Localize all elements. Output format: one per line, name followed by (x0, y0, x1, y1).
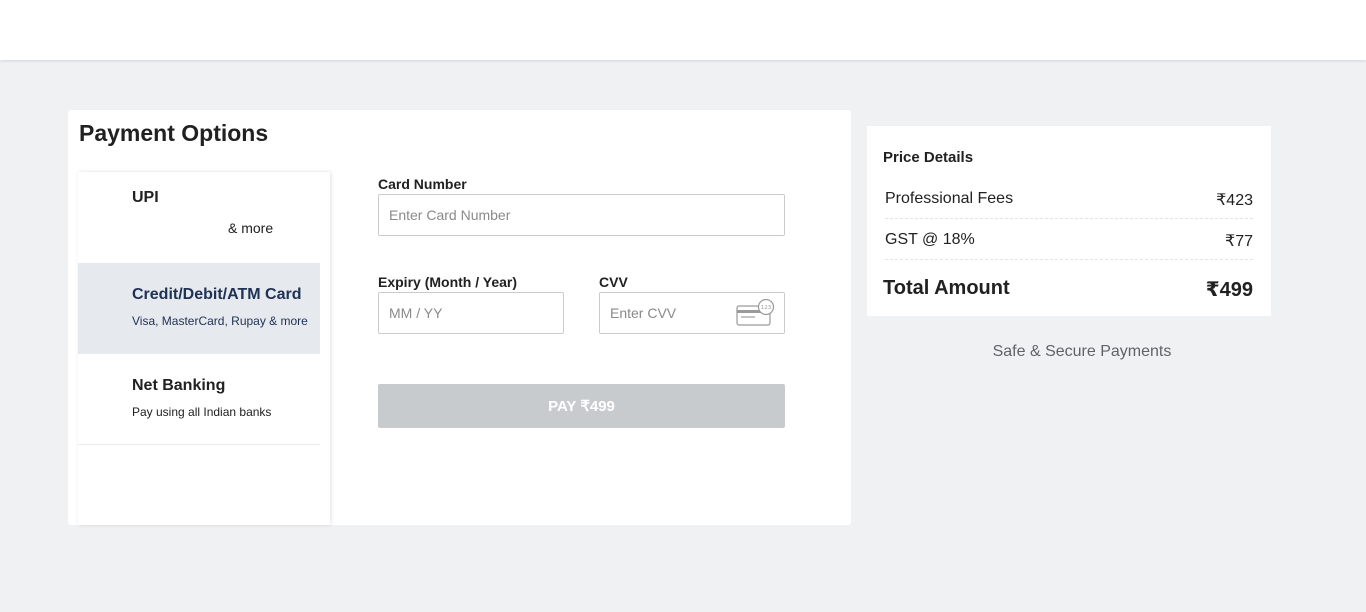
card-number-input[interactable] (378, 194, 785, 236)
price-row-value: ₹77 (1225, 233, 1253, 250)
pay-button[interactable]: PAY ₹499 (378, 384, 785, 428)
card-number-label: Card Number (378, 176, 467, 192)
method-subtitle: & more (228, 220, 274, 236)
payment-method-list: UPI & more Credit/Debit/ATM Card Visa, M… (78, 172, 330, 525)
method-title: Credit/Debit/ATM Card (132, 286, 302, 303)
expiry-label: Expiry (Month / Year) (378, 274, 517, 290)
payment-method-upi[interactable]: UPI & more (78, 172, 320, 263)
price-row-professional-fees: Professional Fees ₹423 (885, 178, 1253, 219)
svg-text:123: 123 (761, 305, 772, 311)
price-row-label: Professional Fees (885, 190, 1014, 207)
payment-options-title: Payment Options (79, 120, 269, 146)
method-subtitle: Visa, MasterCard, Rupay & more (132, 314, 308, 328)
total-amount-value: ₹499 (1205, 279, 1253, 301)
secure-payments-note: Safe & Secure Payments (992, 343, 1172, 360)
cvv-label: CVV (599, 274, 628, 290)
price-row-value: ₹423 (1216, 192, 1253, 209)
payment-method-net-banking[interactable]: Net Banking Pay using all Indian banks (78, 354, 320, 445)
total-amount-label: Total Amount (883, 277, 1010, 299)
payment-options-panel: Payment Options UPI & more Credit/Debit/… (68, 110, 851, 525)
price-details-panel: Price Details Professional Fees ₹423 GST… (867, 126, 1271, 316)
method-title: Net Banking (132, 377, 226, 394)
method-title: UPI (132, 189, 159, 206)
price-details-title: Price Details (883, 149, 974, 166)
payment-method-card[interactable]: Credit/Debit/ATM Card Visa, MasterCard, … (78, 263, 320, 354)
expiry-input[interactable] (378, 292, 564, 334)
top-header-bar (0, 0, 1366, 60)
price-row-gst: GST @ 18% ₹77 (885, 219, 1253, 260)
method-subtitle: Pay using all Indian banks (132, 405, 272, 419)
price-row-label: GST @ 18% (885, 231, 975, 248)
card-cvv-icon: 123 (735, 298, 777, 327)
